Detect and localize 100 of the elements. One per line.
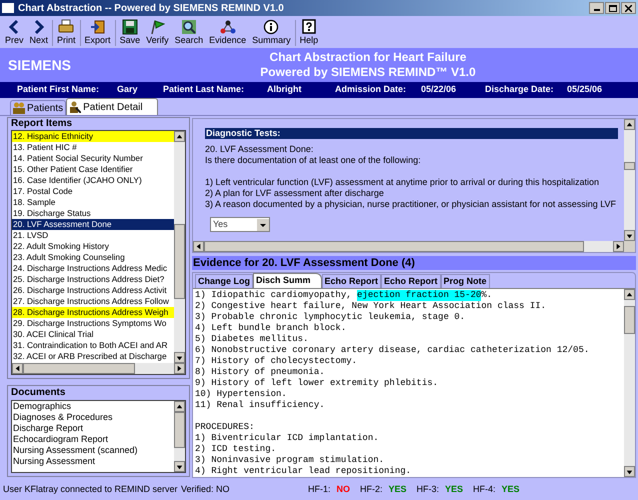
text-line: 9) History of left lower extremity phlebitis. xyxy=(195,378,440,389)
list-item[interactable]: 20. LVF Assessment Done xyxy=(12,219,174,230)
brand-name: SIEMENS xyxy=(8,56,72,74)
text-line: 2) ICD testing. xyxy=(195,444,278,455)
vertical-scrollbar[interactable] xyxy=(624,289,635,477)
scroll-down-button[interactable] xyxy=(624,230,635,241)
text-line: 1) Idiopathic cardiomyopathy, xyxy=(195,290,353,301)
minimize-button[interactable] xyxy=(589,2,604,14)
measure-label: HF-1: xyxy=(308,483,330,496)
scroll-down-button[interactable] xyxy=(624,466,635,477)
up-arrow-icon xyxy=(175,402,184,411)
list-item[interactable]: Discharge Report xyxy=(12,423,174,434)
scroll-left-button[interactable] xyxy=(12,363,23,374)
question-prompt: Is there documentation of at least one of the following: xyxy=(205,155,422,166)
list-item[interactable]: Nursing Assessment (scanned) xyxy=(12,445,174,456)
measure-value: YES xyxy=(388,483,407,496)
window-title: Chart Abstraction -- Powered by SIEMENS REMIND V1.0 xyxy=(18,2,284,16)
people-icon xyxy=(13,102,25,114)
field-label: Discharge Date: xyxy=(485,83,555,96)
field-value: 05/25/06 xyxy=(567,83,604,96)
info-icon xyxy=(263,19,280,35)
scroll-thumb[interactable] xyxy=(624,162,635,170)
measure-label: HF-4: xyxy=(473,483,496,496)
tab[interactable]: Patient Detail xyxy=(66,98,158,115)
toolbar-button[interactable]: Prev xyxy=(2,17,27,46)
right-arrow-icon xyxy=(614,242,623,251)
magnifier-icon xyxy=(180,19,197,35)
toolbar-button[interactable]: Verify xyxy=(143,17,172,46)
scroll-right-button[interactable] xyxy=(174,363,185,374)
toolbar-button[interactable]: Evidence xyxy=(206,17,250,46)
right-arrow-icon xyxy=(175,364,184,373)
text-line: 1) Biventricular ICD implantation. xyxy=(195,433,380,444)
highlighted-text: ejection fraction 15-20 xyxy=(357,290,482,301)
toolbar-button[interactable]: Print xyxy=(54,17,79,46)
scroll-left-button[interactable] xyxy=(193,241,204,252)
vertical-scrollbar[interactable] xyxy=(174,131,185,363)
field-label: Admission Date: xyxy=(335,83,408,96)
banner-subtitle: Powered by SIEMENS REMIND™ V1.0 xyxy=(260,65,476,80)
scroll-down-button[interactable] xyxy=(174,352,185,363)
text-line: 4) Left bundle branch block. xyxy=(195,323,348,334)
tab[interactable]: Prog Note xyxy=(440,274,490,288)
tab[interactable]: Change Log xyxy=(195,274,253,288)
panel-title: Documents xyxy=(11,386,66,400)
measure-label: HF-3: xyxy=(416,483,440,496)
measure-value: YES xyxy=(502,483,520,496)
scroll-up-button[interactable] xyxy=(174,401,185,412)
option-text: 2) A plan for LVF assessment after discharge xyxy=(205,188,385,199)
measure-label: HF-2: xyxy=(360,483,382,496)
minimize-icon xyxy=(594,9,600,11)
toolbar-button[interactable]: Export xyxy=(82,17,114,46)
up-arrow-icon xyxy=(175,132,184,141)
scroll-thumb[interactable] xyxy=(174,412,185,448)
close-button[interactable] xyxy=(621,2,636,14)
toolbar-button[interactable]: Next xyxy=(26,17,52,46)
list-item[interactable]: Nursing Assessment xyxy=(12,456,174,467)
question-title: 20. LVF Assessment Done: xyxy=(205,144,314,155)
banner-title: Chart Abstraction for Heart Failure xyxy=(270,50,466,65)
scroll-thumb[interactable] xyxy=(624,306,635,334)
tab[interactable]: Patients xyxy=(10,100,66,115)
scrollbar-corner xyxy=(624,241,635,252)
toolbar-button[interactable]: Save xyxy=(116,17,144,46)
evidence-header: Evidence for 20. LVF Assessment Done (4) xyxy=(192,256,636,270)
scroll-thumb[interactable] xyxy=(23,363,135,374)
text-line: 5) Diabetes mellitus. xyxy=(195,334,310,345)
export-icon xyxy=(90,19,106,35)
tab[interactable]: Disch Summ xyxy=(253,273,322,288)
vertical-scrollbar[interactable] xyxy=(174,401,185,472)
vertical-scrollbar[interactable] xyxy=(624,119,635,241)
tab[interactable]: Echo Report xyxy=(322,274,382,288)
list-item[interactable]: 28. Discharge Instructions Address Weigh xyxy=(12,307,174,318)
list-item[interactable]: Demographics xyxy=(12,401,174,412)
scroll-up-button[interactable] xyxy=(624,119,635,130)
answer-dropdown[interactable]: Yes xyxy=(210,217,270,232)
maximize-button[interactable] xyxy=(605,2,620,14)
tab[interactable]: Echo Report xyxy=(381,274,441,288)
field-value: Gary xyxy=(117,83,139,96)
toolbar-button[interactable]: Summary xyxy=(249,17,294,46)
scroll-up-button[interactable] xyxy=(174,131,185,142)
window-icon xyxy=(2,3,14,13)
field-label: Patient First Name: xyxy=(17,83,100,96)
list-item[interactable]: Diagnoses & Procedures xyxy=(12,412,174,423)
measure-value: NO xyxy=(336,483,350,496)
scroll-thumb[interactable] xyxy=(174,224,185,299)
list-item[interactable]: Echocardiogram Report xyxy=(12,434,174,445)
toolbar-button[interactable]: Search xyxy=(172,17,206,46)
printer-icon xyxy=(58,19,74,35)
network-nodes-icon xyxy=(220,19,236,35)
text-line: 7) History of cholecystectomy. xyxy=(195,356,358,367)
scroll-up-button[interactable] xyxy=(624,289,635,300)
text-line: 10) Hypertension. xyxy=(195,389,288,400)
toolbar-button[interactable]: Help xyxy=(296,17,322,46)
flag-icon xyxy=(149,19,166,35)
scroll-down-button[interactable] xyxy=(174,461,185,472)
scroll-right-button[interactable] xyxy=(613,241,624,252)
text-line: 11) Renal insufficiency. xyxy=(195,400,326,411)
option-text: 1) Left ventricular function (LVF) assessment at anytime prior to arrival or during this hospitalization xyxy=(205,177,600,188)
text-line: %. xyxy=(481,290,492,301)
horizontal-scrollbar[interactable] xyxy=(12,363,185,374)
list-item[interactable]: 12. Hispanic Ethnicity xyxy=(12,131,174,142)
verified-status: Verified: NO xyxy=(181,483,231,496)
